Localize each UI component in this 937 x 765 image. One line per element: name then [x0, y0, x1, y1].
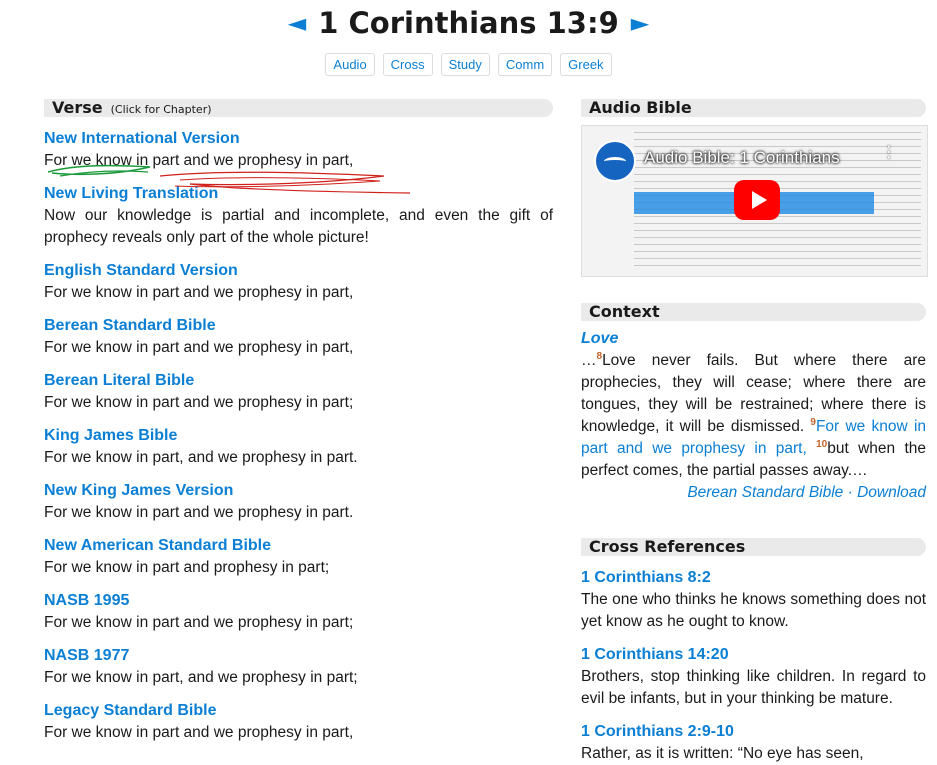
version-link-niv[interactable]: New International Version — [44, 128, 553, 150]
version-entry: New Living Translation Now our knowledge… — [44, 183, 553, 249]
cross-reference-entry: 1 Corinthians 2:9-10 Rather, as it is wr… — [581, 721, 926, 765]
previous-verse-arrow-icon[interactable]: ◄ — [288, 9, 306, 37]
version-link-bsb[interactable]: Berean Standard Bible — [44, 315, 553, 337]
version-entry: New American Standard Bible For we know … — [44, 535, 553, 579]
video-title[interactable]: Audio Bible: 1 Corinthians — [644, 148, 840, 168]
page-title: 1 Corinthians 13:9 — [318, 6, 619, 40]
verse-section-header[interactable]: Verse (Click for Chapter) — [44, 99, 553, 117]
version-link-esv[interactable]: English Standard Version — [44, 260, 553, 282]
version-entry: English Standard Version For we know in … — [44, 260, 553, 304]
cross-reference-link[interactable]: 1 Corinthians 14:20 — [581, 644, 926, 666]
click-for-chapter-hint: (Click for Chapter) — [110, 103, 212, 116]
cross-reference-entry: 1 Corinthians 8:2 The one who thinks he … — [581, 567, 926, 633]
verse-number[interactable]: 10 — [816, 439, 827, 450]
version-entry: NASB 1995 For we know in part and we pro… — [44, 590, 553, 634]
cross-reference-entry: 1 Corinthians 14:20 Brothers, stop think… — [581, 644, 926, 710]
context-story-title[interactable]: Love — [581, 328, 926, 350]
tab-comm[interactable]: Comm — [497, 53, 553, 76]
next-verse-arrow-icon[interactable]: ► — [631, 9, 649, 37]
cross-reference-text: The one who thinks he knows something do… — [581, 591, 926, 630]
version-entry: King James Bible For we know in part, an… — [44, 425, 553, 469]
cross-references-header: Cross References — [581, 538, 926, 556]
version-text: For we know in part, and we prophesy in … — [44, 449, 358, 466]
version-text: For we know in part and we prophesy in p… — [44, 339, 354, 356]
context-header: Context — [581, 303, 926, 321]
version-text: For we know in part, and we prophesy in … — [44, 669, 358, 686]
version-text: For we know in part and we prophesy in p… — [44, 724, 354, 741]
version-text: For we know in part and we prophesy in p… — [44, 614, 354, 631]
version-text: For we know in part and we prophesy in p… — [44, 152, 354, 169]
study-tabs: Audio Cross Study Comm Greek — [0, 53, 937, 76]
audio-bible-video-player[interactable]: Audio Bible: 1 Corinthians ⋮ — [581, 125, 928, 277]
version-text: Now our knowledge is partial and incompl… — [44, 207, 553, 246]
version-entry: Berean Standard Bible For we know in par… — [44, 315, 553, 359]
cross-reference-text: Rather, as it is written: “No eye has se… — [581, 745, 864, 762]
audio-bible-header: Audio Bible — [581, 99, 926, 117]
cross-reference-text: Brothers, stop thinking like children. I… — [581, 668, 926, 707]
version-text: For we know in part and we prophesy in p… — [44, 504, 354, 521]
verse-column: Verse (Click for Chapter) New Internation… — [44, 99, 553, 744]
cross-reference-link[interactable]: 1 Corinthians 8:2 — [581, 567, 926, 589]
download-link[interactable]: Download — [857, 484, 926, 501]
version-link-lsb[interactable]: Legacy Standard Bible — [44, 700, 553, 722]
tab-study[interactable]: Study — [440, 53, 490, 76]
context-attribution: Berean Standard Bible · Download — [581, 482, 926, 504]
version-link-blb[interactable]: Berean Literal Bible — [44, 370, 553, 392]
tab-greek[interactable]: Greek — [560, 53, 612, 76]
tab-cross[interactable]: Cross — [382, 53, 433, 76]
version-link-nasb-1995[interactable]: NASB 1995 — [44, 590, 553, 612]
context-passage: …8Love never fails. But where there are … — [581, 350, 926, 482]
version-link-nasb[interactable]: New American Standard Bible — [44, 535, 553, 557]
version-entry: New King James Version For we know in pa… — [44, 480, 553, 524]
video-menu-icon[interactable]: ⋮ — [881, 145, 897, 161]
version-entry: NASB 1977 For we know in part, and we pr… — [44, 645, 553, 689]
sidebar-column: Audio Bible Audio Bible: 1 Corinthians ⋮… — [581, 99, 928, 765]
page-header: ◄ 1 Corinthians 13:9 ► — [0, 6, 937, 40]
channel-logo-icon[interactable] — [594, 140, 636, 182]
version-entry: Berean Literal Bible For we know in part… — [44, 370, 553, 414]
version-link-kjv[interactable]: King James Bible — [44, 425, 553, 447]
attribution-version-link[interactable]: Berean Standard Bible — [687, 484, 843, 501]
version-link-nasb-1977[interactable]: NASB 1977 — [44, 645, 553, 667]
version-text: For we know in part and we prophesy in p… — [44, 394, 354, 411]
attribution-separator: · — [843, 484, 858, 501]
version-entry: New International Version For we know in… — [44, 128, 553, 172]
tab-audio[interactable]: Audio — [325, 53, 375, 76]
version-link-nkjv[interactable]: New King James Version — [44, 480, 553, 502]
version-entry: Legacy Standard Bible For we know in par… — [44, 700, 553, 744]
version-link-nlt[interactable]: New Living Translation — [44, 183, 553, 205]
version-text: For we know in part and we prophesy in p… — [44, 284, 354, 301]
cross-reference-link[interactable]: 1 Corinthians 2:9-10 — [581, 721, 926, 743]
play-button-icon[interactable] — [734, 180, 780, 220]
version-text: For we know in part and prophesy in part… — [44, 559, 330, 576]
verse-section-title: Verse — [52, 98, 103, 117]
context-ellipsis: … — [581, 352, 597, 369]
